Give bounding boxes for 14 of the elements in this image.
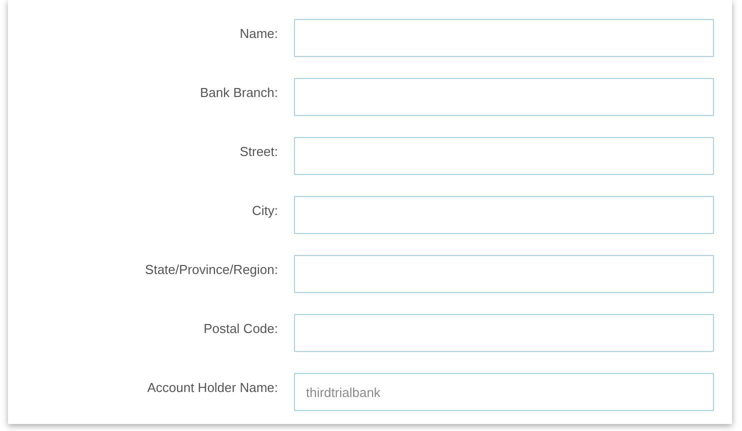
field-label: Bank Branch: <box>198 84 278 100</box>
input-field[interactable] <box>294 196 714 234</box>
input-field[interactable] <box>294 137 714 175</box>
input-field[interactable] <box>294 78 714 116</box>
input-field[interactable] <box>294 314 714 352</box>
field-label: City: <box>251 202 278 218</box>
field-label: Name: <box>238 25 278 41</box>
input-field[interactable]: thirdtrialbank <box>294 373 714 411</box>
field-label: Account Holder Name: <box>146 379 278 395</box>
field-label: Postal Code: <box>202 320 278 336</box>
field-label: Street: <box>238 143 278 159</box>
field-label: State/Province/Region: <box>144 261 278 277</box>
input-field[interactable] <box>294 255 714 293</box>
input-field[interactable] <box>294 19 714 57</box>
